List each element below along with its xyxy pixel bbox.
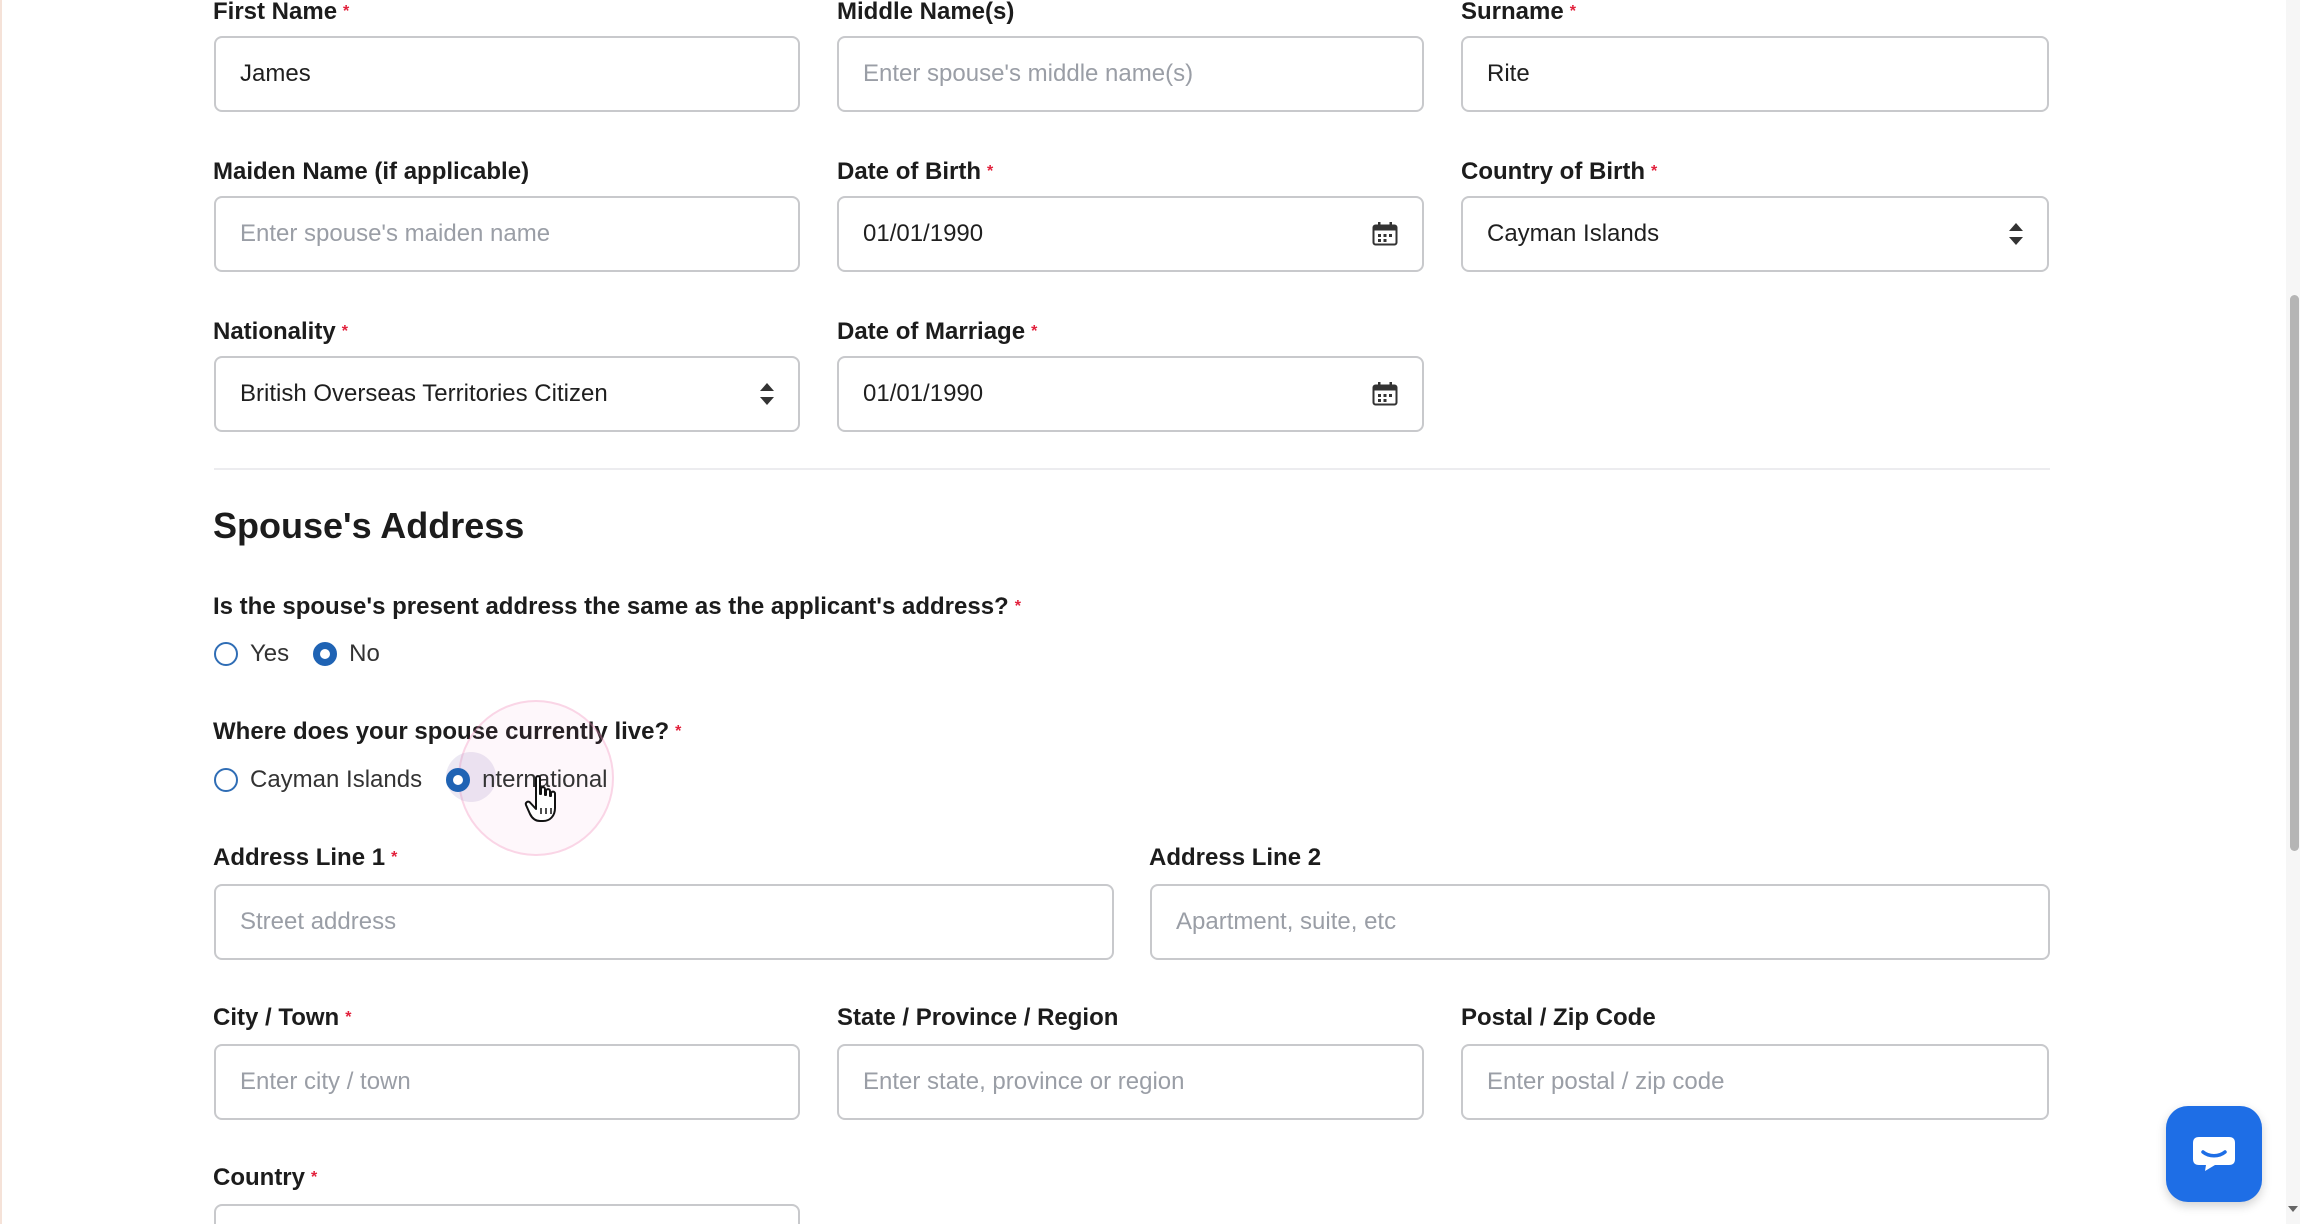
date-of-marriage-label-text: Date of Marriage	[837, 318, 1026, 345]
first-name-label: First Name *	[213, 0, 349, 24]
maiden-name-input[interactable]	[214, 196, 800, 272]
chat-bubble-icon	[2193, 1137, 2235, 1171]
maiden-name-label-text: Maiden Name (if applicable)	[213, 158, 530, 185]
residence-question: Where does your spouse currently live? *	[213, 720, 681, 744]
surname-input[interactable]	[1461, 36, 2049, 112]
radio-option-yes[interactable]: Yes	[214, 640, 289, 668]
same-address-question-text: Is the spouse's present address the same…	[213, 593, 1009, 620]
radio-option-international[interactable]: nternational	[446, 766, 608, 794]
required-marker: *	[1569, 3, 1576, 20]
required-marker: *	[675, 723, 682, 740]
first-name-input[interactable]	[214, 36, 800, 112]
required-marker: *	[391, 849, 398, 866]
section-title: Spouse's Address	[213, 505, 525, 546]
country-of-birth-value: Cayman Islands	[1487, 220, 1660, 247]
required-marker: *	[987, 163, 994, 180]
required-marker: *	[311, 1169, 318, 1186]
calendar-icon[interactable]	[1372, 222, 1398, 246]
maiden-name-label: Maiden Name (if applicable)	[213, 160, 529, 184]
state-input[interactable]	[837, 1044, 1424, 1120]
required-marker: *	[345, 1009, 352, 1026]
residence-radio-group: Cayman Islands nternational	[214, 766, 632, 794]
calendar-icon[interactable]	[1372, 382, 1398, 406]
country-of-birth-select[interactable]: Cayman Islands	[1461, 196, 2049, 272]
nationality-label-text: Nationality	[213, 318, 336, 345]
postal-label: Postal / Zip Code	[1461, 1006, 1656, 1030]
required-marker: *	[341, 323, 348, 340]
middle-name-input[interactable]	[837, 36, 1424, 112]
scroll-down-arrow-icon[interactable]	[2288, 1206, 2298, 1212]
date-of-birth-input[interactable]: 01/01/1990	[837, 196, 1424, 272]
city-label-text: City / Town	[213, 1004, 340, 1031]
required-marker: *	[1650, 163, 1658, 180]
first-name-label-text: First Name	[213, 0, 338, 25]
chat-button[interactable]	[2166, 1106, 2262, 1202]
residence-question-text: Where does your spouse currently live?	[213, 718, 670, 745]
radio-international[interactable]	[446, 768, 471, 792]
city-input[interactable]	[214, 1044, 800, 1120]
section-divider	[214, 468, 2050, 470]
country-of-birth-label-text: Country of Birth	[1461, 158, 1645, 185]
middle-name-label: Middle Name(s)	[837, 0, 1014, 24]
updown-icon	[760, 383, 774, 405]
country-of-birth-label: Country of Birth *	[1461, 160, 1657, 184]
date-of-marriage-label: Date of Marriage *	[837, 320, 1037, 344]
address-line-2-label: Address Line 2	[1149, 846, 1321, 870]
address-line-2-input[interactable]	[1150, 884, 2050, 960]
surname-label-text: Surname	[1461, 0, 1564, 25]
radio-cayman-label: Cayman Islands	[250, 766, 423, 793]
country-label: Country *	[213, 1166, 317, 1190]
state-label-text: State / Province / Region	[837, 1004, 1119, 1031]
middle-name-label-text: Middle Name(s)	[837, 0, 1015, 25]
city-label: City / Town *	[213, 1006, 351, 1030]
date-of-marriage-value: 01/01/1990	[863, 380, 984, 407]
required-marker: *	[1014, 598, 1021, 615]
updown-icon	[2009, 223, 2023, 245]
radio-no[interactable]	[313, 642, 338, 666]
address-line-1-input[interactable]	[214, 884, 1114, 960]
same-address-radio-group: Yes No	[214, 640, 404, 668]
nationality-value: British Overseas Territories Citizen	[240, 380, 608, 407]
date-of-birth-label-text: Date of Birth	[837, 158, 981, 185]
state-label: State / Province / Region	[837, 1006, 1118, 1030]
radio-option-cayman[interactable]: Cayman Islands	[214, 766, 422, 794]
radio-no-label: No	[349, 640, 380, 667]
postal-label-text: Postal / Zip Code	[1461, 1004, 1656, 1031]
date-of-birth-value: 01/01/1990	[863, 220, 984, 247]
radio-yes[interactable]	[214, 642, 238, 666]
date-of-birth-label: Date of Birth *	[837, 160, 993, 184]
address-line-1-label: Address Line 1 *	[213, 846, 397, 870]
country-label-text: Country	[213, 1164, 305, 1191]
radio-yes-label: Yes	[250, 640, 290, 667]
address-line-1-label-text: Address Line 1	[213, 844, 386, 871]
scrollbar-thumb[interactable]	[2290, 295, 2299, 851]
page-edge	[0, 0, 2, 1224]
address-line-2-label-text: Address Line 2	[1149, 844, 1322, 871]
radio-international-label: nternational	[482, 766, 608, 793]
required-marker: *	[343, 3, 350, 20]
required-marker: *	[1031, 323, 1038, 340]
radio-option-no[interactable]: No	[313, 640, 380, 668]
surname-label: Surname *	[1461, 0, 1576, 24]
same-address-question: Is the spouse's present address the same…	[213, 595, 1021, 619]
radio-cayman-islands[interactable]	[214, 768, 238, 792]
nationality-select[interactable]: British Overseas Territories Citizen	[214, 356, 800, 432]
date-of-marriage-input[interactable]: 01/01/1990	[837, 356, 1424, 432]
nationality-label: Nationality *	[213, 320, 348, 344]
country-select[interactable]	[214, 1204, 800, 1224]
postal-input[interactable]	[1461, 1044, 2049, 1120]
